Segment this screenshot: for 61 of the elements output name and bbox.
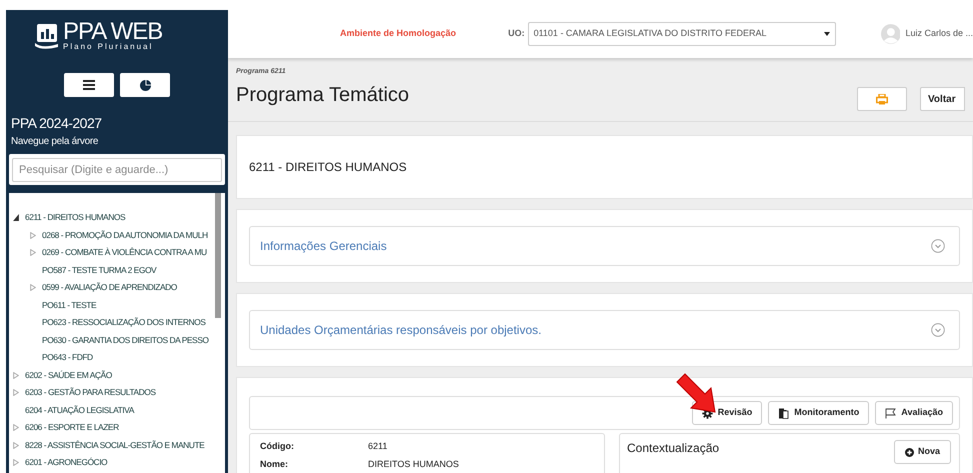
tree-item[interactable]: 6202 - SAÚDE EM AÇÃO [25, 368, 112, 382]
expanded-triangle-icon[interactable] [13, 214, 19, 222]
tree-item[interactable]: 0268 - PROMOÇÃO DA AUTONOMIA DA MULH [42, 228, 208, 242]
hand-chart-logo-icon [34, 23, 60, 49]
section-header[interactable]: Unidades Orçamentárias responsáveis por objetivos. [249, 310, 960, 350]
app-logo-title: PPA WEB [63, 21, 162, 43]
tree-item[interactable]: PO623 - RESSOCIALIZAÇÃO DOS INTERNOS [42, 316, 206, 330]
print-button[interactable] [857, 87, 907, 111]
ppa-title: PPA 2024-2027 [11, 114, 103, 133]
app-logo-subtitle: Plano Plurianual [63, 43, 154, 51]
back-button[interactable]: Voltar [920, 87, 965, 111]
chevron-down-icon[interactable] [931, 239, 945, 253]
program-name: 6211 - DIREITOS HUMANOS [249, 159, 407, 176]
environment-label: Ambiente de Homologação [340, 27, 458, 40]
ppa-subtitle: Navegue pela árvore [11, 135, 100, 149]
tree-item[interactable]: PO587 - TESTE TURMA 2 EGOV [42, 264, 156, 277]
chart-button[interactable] [120, 73, 170, 97]
collapsed-triangle-icon[interactable] [30, 232, 36, 239]
collapsed-triangle-icon[interactable] [13, 389, 19, 396]
page-title: Programa Temático [236, 82, 410, 108]
field-label: Código: [260, 440, 295, 452]
collapsed-triangle-icon[interactable] [13, 459, 19, 466]
field-value: DIREITOS HUMANOS [368, 458, 459, 470]
uo-select[interactable]: 01101 - CAMARA LEGISLATIVA DO DISTRITO FEDERAL [528, 22, 836, 46]
field-label: Nome: [260, 458, 290, 470]
collapsed-triangle-icon[interactable] [13, 442, 19, 449]
tree-item[interactable]: 0599 - AVALIAÇÃO DE APRENDIZADO [42, 281, 177, 294]
search-field[interactable]: Pesquisar (Digite e aguarde...) [12, 158, 222, 182]
tree-item[interactable]: 6206 - ESPORTE E LAZER [25, 421, 119, 434]
print-icon [876, 94, 888, 104]
section-header[interactable]: Informações Gerenciais [249, 226, 960, 266]
tree-item[interactable]: 6201 - AGRONEGÓCIO [25, 456, 108, 470]
tree-item[interactable]: PO630 - GARANTIA DOS DIREITOS DA PESSO [42, 334, 208, 347]
scrollbar[interactable] [215, 193, 221, 318]
tree-item[interactable]: PO643 - FDFD [42, 351, 93, 364]
collapsed-triangle-icon[interactable] [13, 372, 19, 379]
uo-label: UO: [508, 27, 525, 40]
context-title: Contextualização [627, 440, 720, 457]
pie-chart-icon [140, 80, 150, 90]
tree-item[interactable]: 6204 - ATUAÇÃO LEGISLATIVA [25, 404, 134, 417]
tree-item[interactable]: 8228 - ASSISTÊNCIA SOCIAL-GESTÃO E MANUTE [25, 438, 204, 452]
avatar-icon [880, 24, 900, 44]
collapsed-triangle-icon[interactable] [30, 284, 36, 292]
menu-button[interactable] [64, 73, 114, 97]
collapsed-triangle-icon[interactable] [30, 249, 36, 256]
field-value: 6211 [368, 440, 388, 452]
chevron-down-icon[interactable] [931, 323, 945, 337]
flag-icon [885, 408, 896, 418]
toolbar-button[interactable]: Avaliação [875, 401, 953, 425]
document-icon [778, 408, 790, 418]
caret-icon [824, 32, 830, 36]
plus-circle-icon [904, 448, 914, 456]
tree-item[interactable]: 6211 - DIREITOS HUMANOS [25, 211, 126, 224]
toolbar-button[interactable]: Monitoramento [768, 401, 870, 425]
tree-item[interactable]: 0269 - COMBATE À VIOLÊNCIA CONTRA A MU [42, 246, 207, 260]
new-button[interactable]: Nova [894, 440, 951, 464]
collapsed-triangle-icon[interactable] [13, 424, 19, 432]
tree-item[interactable]: 6203 - GESTÃO PARA RESULTADOS [25, 386, 156, 400]
menu-icon [83, 80, 95, 90]
tree-item[interactable]: PO611 - TESTE [42, 298, 96, 312]
user-name[interactable]: Luiz Carlos de ... [905, 27, 973, 41]
